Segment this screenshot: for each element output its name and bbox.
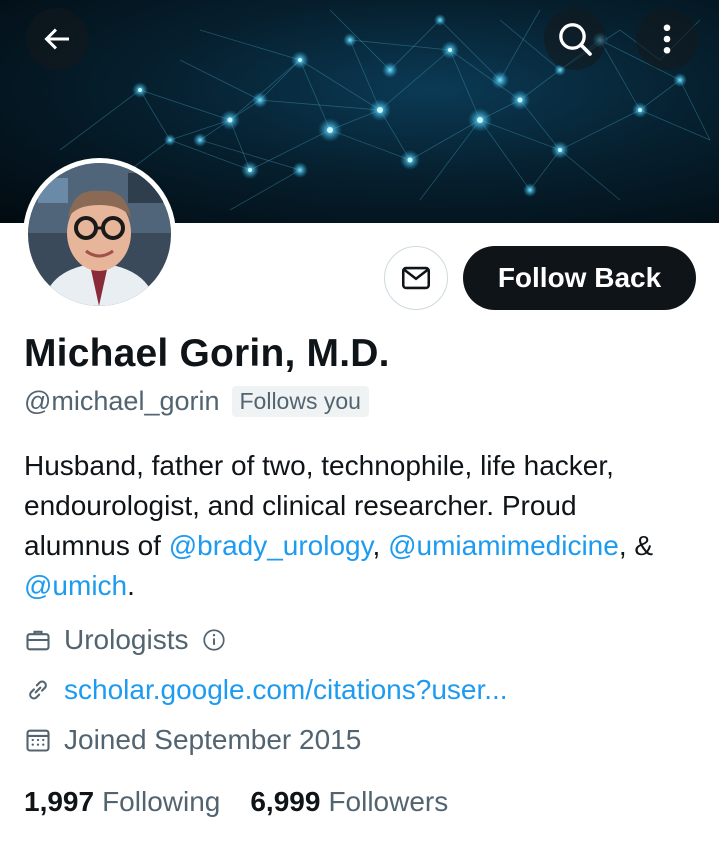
follow-back-button[interactable]: Follow Back: [463, 246, 696, 310]
website-link[interactable]: scholar.google.com/citations?user...: [64, 674, 508, 706]
back-button[interactable]: [26, 8, 88, 70]
search-icon: [559, 23, 592, 56]
bio-line: Husband, father of two, technophile, lif…: [24, 450, 614, 481]
handle-row: @michael_gorin Follows you: [24, 386, 369, 417]
profile-name: Michael Gorin, M.D.: [24, 332, 390, 375]
followers-count: 6,999: [250, 786, 321, 817]
link-icon: [24, 676, 52, 704]
bio-text: ,: [372, 530, 389, 561]
following-stat[interactable]: 1,997 Following: [24, 786, 220, 818]
category-label: Urologists: [64, 624, 189, 655]
calendar-icon: [24, 726, 52, 754]
joined-date: Joined September 2015: [64, 724, 362, 755]
bio-line: @umich.: [24, 566, 704, 606]
followers-stat[interactable]: 6,999 Followers: [250, 786, 448, 818]
bio-text: , &: [618, 530, 654, 561]
mention-umiamimedicine[interactable]: @umiamimedicine: [388, 530, 619, 561]
followers-label: Followers: [328, 786, 449, 817]
joined-row: Joined September 2015: [24, 724, 361, 756]
following-label: Following: [102, 786, 221, 817]
website-row: scholar.google.com/citations?user...: [24, 674, 508, 706]
more-vertical-icon: [663, 24, 671, 54]
info-icon[interactable]: [200, 626, 228, 654]
follows-you-badge: Follows you: [231, 386, 369, 417]
envelope-icon: [401, 266, 431, 290]
bio-text: alumnus of: [24, 530, 169, 561]
arrow-left-icon: [44, 28, 69, 50]
mention-brady-urology[interactable]: @brady_urology: [169, 530, 373, 561]
profile-photo: [28, 163, 171, 306]
briefcase-icon: [24, 626, 52, 654]
mention-umich[interactable]: @umich: [24, 570, 127, 601]
follow-stats: 1,997 Following 6,999 Followers: [24, 786, 448, 818]
avatar[interactable]: [23, 158, 176, 311]
following-count: 1,997: [24, 786, 95, 817]
message-button[interactable]: [384, 246, 448, 310]
bio-line: endourologist, and clinical researcher. …: [24, 490, 577, 521]
profile-handle: @michael_gorin: [24, 386, 220, 416]
bio-line: alumnus of @brady_urology, @umiamimedici…: [24, 526, 704, 566]
search-button[interactable]: [544, 8, 606, 70]
profile-bio: Husband, father of two, technophile, lif…: [24, 446, 704, 606]
bio-text: .: [127, 570, 135, 601]
professional-category[interactable]: Urologists: [24, 624, 228, 656]
more-options-button[interactable]: [636, 8, 698, 70]
